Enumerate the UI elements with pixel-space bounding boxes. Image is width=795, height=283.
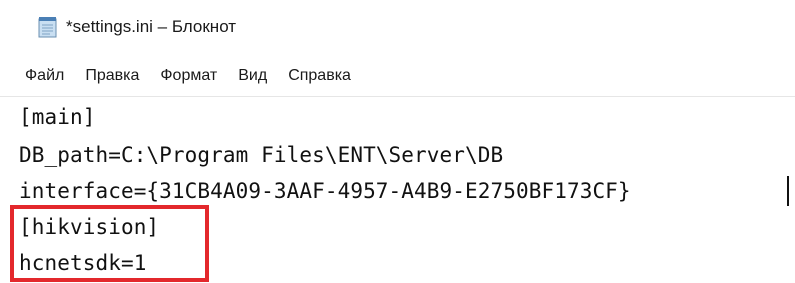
- menu-view[interactable]: Вид: [238, 61, 267, 91]
- menu-bar: Файл Правка Формат Вид Справка: [0, 58, 795, 94]
- menu-file[interactable]: Файл: [25, 61, 64, 91]
- editor-line: interface={31CB4A09-3AAF-4957-A4B9-E2750…: [19, 179, 631, 203]
- menu-format[interactable]: Формат: [160, 61, 217, 91]
- menu-help[interactable]: Справка: [288, 61, 351, 91]
- editor-divider: [0, 96, 795, 97]
- text-caret: [787, 176, 789, 206]
- editor-line: [main]: [19, 105, 96, 129]
- text-editor-area[interactable]: [main] DB_path=C:\Program Files\ENT\Serv…: [0, 96, 795, 283]
- notepad-icon: [38, 17, 57, 38]
- title-bar[interactable]: *settings.ini – Блокнот: [0, 0, 795, 56]
- notepad-window: *settings.ini – Блокнот Файл Правка Форм…: [0, 0, 795, 283]
- window-title: *settings.ini – Блокнот: [66, 17, 237, 36]
- editor-line: DB_path=C:\Program Files\ENT\Server\DB: [19, 143, 504, 167]
- menu-edit[interactable]: Правка: [85, 61, 139, 91]
- red-highlight-box: [10, 205, 209, 282]
